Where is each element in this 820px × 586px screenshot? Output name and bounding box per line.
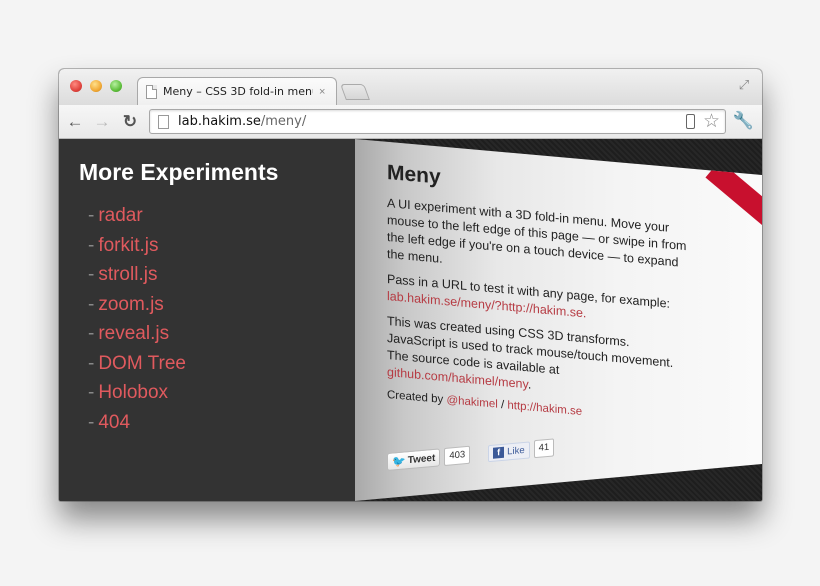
menu-item-reveal[interactable]: - reveal.js [88,319,186,349]
like-button[interactable]: f Like [488,441,530,462]
maximize-window-button[interactable] [110,80,122,92]
title-bar: Meny – CSS 3D fold-in menu × ⤢ [59,69,762,105]
page-content: More Experiments - radar - forkit.js - stro… [59,139,762,501]
tweet-button[interactable]: 🐦 Tweet [387,448,441,471]
url-text[interactable]: lab.hakim.se/meny/ [178,114,306,129]
folded-page: Meny A UI experiment with a 3D fold-in m… [355,139,762,501]
new-tab-button[interactable] [340,84,370,100]
menu-item-radar[interactable]: - radar [88,201,186,231]
close-window-button[interactable] [70,80,82,92]
tab-title: Meny – CSS 3D fold-in menu [163,85,313,98]
page-icon [158,115,169,129]
tab-close-icon[interactable]: × [319,86,325,98]
browser-toolbar: ← → ↻ lab.hakim.se/meny/ ☆ 🔧 [59,105,762,139]
browser-window: Meny – CSS 3D fold-in menu × ⤢ ← → ↻ lab… [59,69,762,501]
fork-ribbon[interactable] [705,160,762,236]
forward-button[interactable]: → [92,112,112,132]
menu-item-404[interactable]: -404 [88,408,186,438]
menu-item-dom-tree[interactable]: - DOM Tree [88,349,186,379]
page-icon [146,84,157,99]
page-article: Meny A UI experiment with a 3D fold-in m… [387,161,687,427]
twitter-bird-icon: 🐦 [392,454,406,469]
url-path: /meny/ [260,114,307,129]
like-count: 41 [533,438,555,459]
menu-item-zoom[interactable]: - zoom.js [88,290,186,320]
menu-sidebar: More Experiments - radar - forkit.js - stro… [59,139,355,501]
bookmark-star-icon[interactable]: ☆ [703,110,720,133]
url-host: lab.hakim.se [178,114,261,129]
browser-tab[interactable]: Meny – CSS 3D fold-in menu × [137,77,337,105]
twitter-handle-link[interactable]: @hakimel [446,394,497,410]
menu-item-stroll[interactable]: - stroll.js [88,260,186,290]
address-bar[interactable]: lab.hakim.se/meny/ ☆ [149,109,726,134]
wrench-icon[interactable]: 🔧 [733,111,754,131]
facebook-icon: f [493,446,505,459]
menu-list: - radar - forkit.js - stroll.js - zoom.js -r… [88,201,186,437]
website-link[interactable]: http://hakim.se [507,400,582,419]
menu-item-forkit[interactable]: - forkit.js [88,231,186,261]
fullscreen-icon[interactable]: ⤢ [736,77,752,93]
minimize-window-button[interactable] [90,80,102,92]
mobile-icon[interactable] [686,114,695,129]
tweet-count: 403 [444,445,471,466]
menu-item-holobox[interactable]: - Holobox [88,378,186,408]
back-button[interactable]: ← [65,112,85,132]
reload-button[interactable]: ↻ [120,112,140,132]
menu-title: More Experiments [79,159,279,185]
folded-page-stage: Meny A UI experiment with a 3D fold-in m… [355,139,762,501]
social-buttons: 🐦 Tweet 403 f Like 41 [387,438,555,471]
